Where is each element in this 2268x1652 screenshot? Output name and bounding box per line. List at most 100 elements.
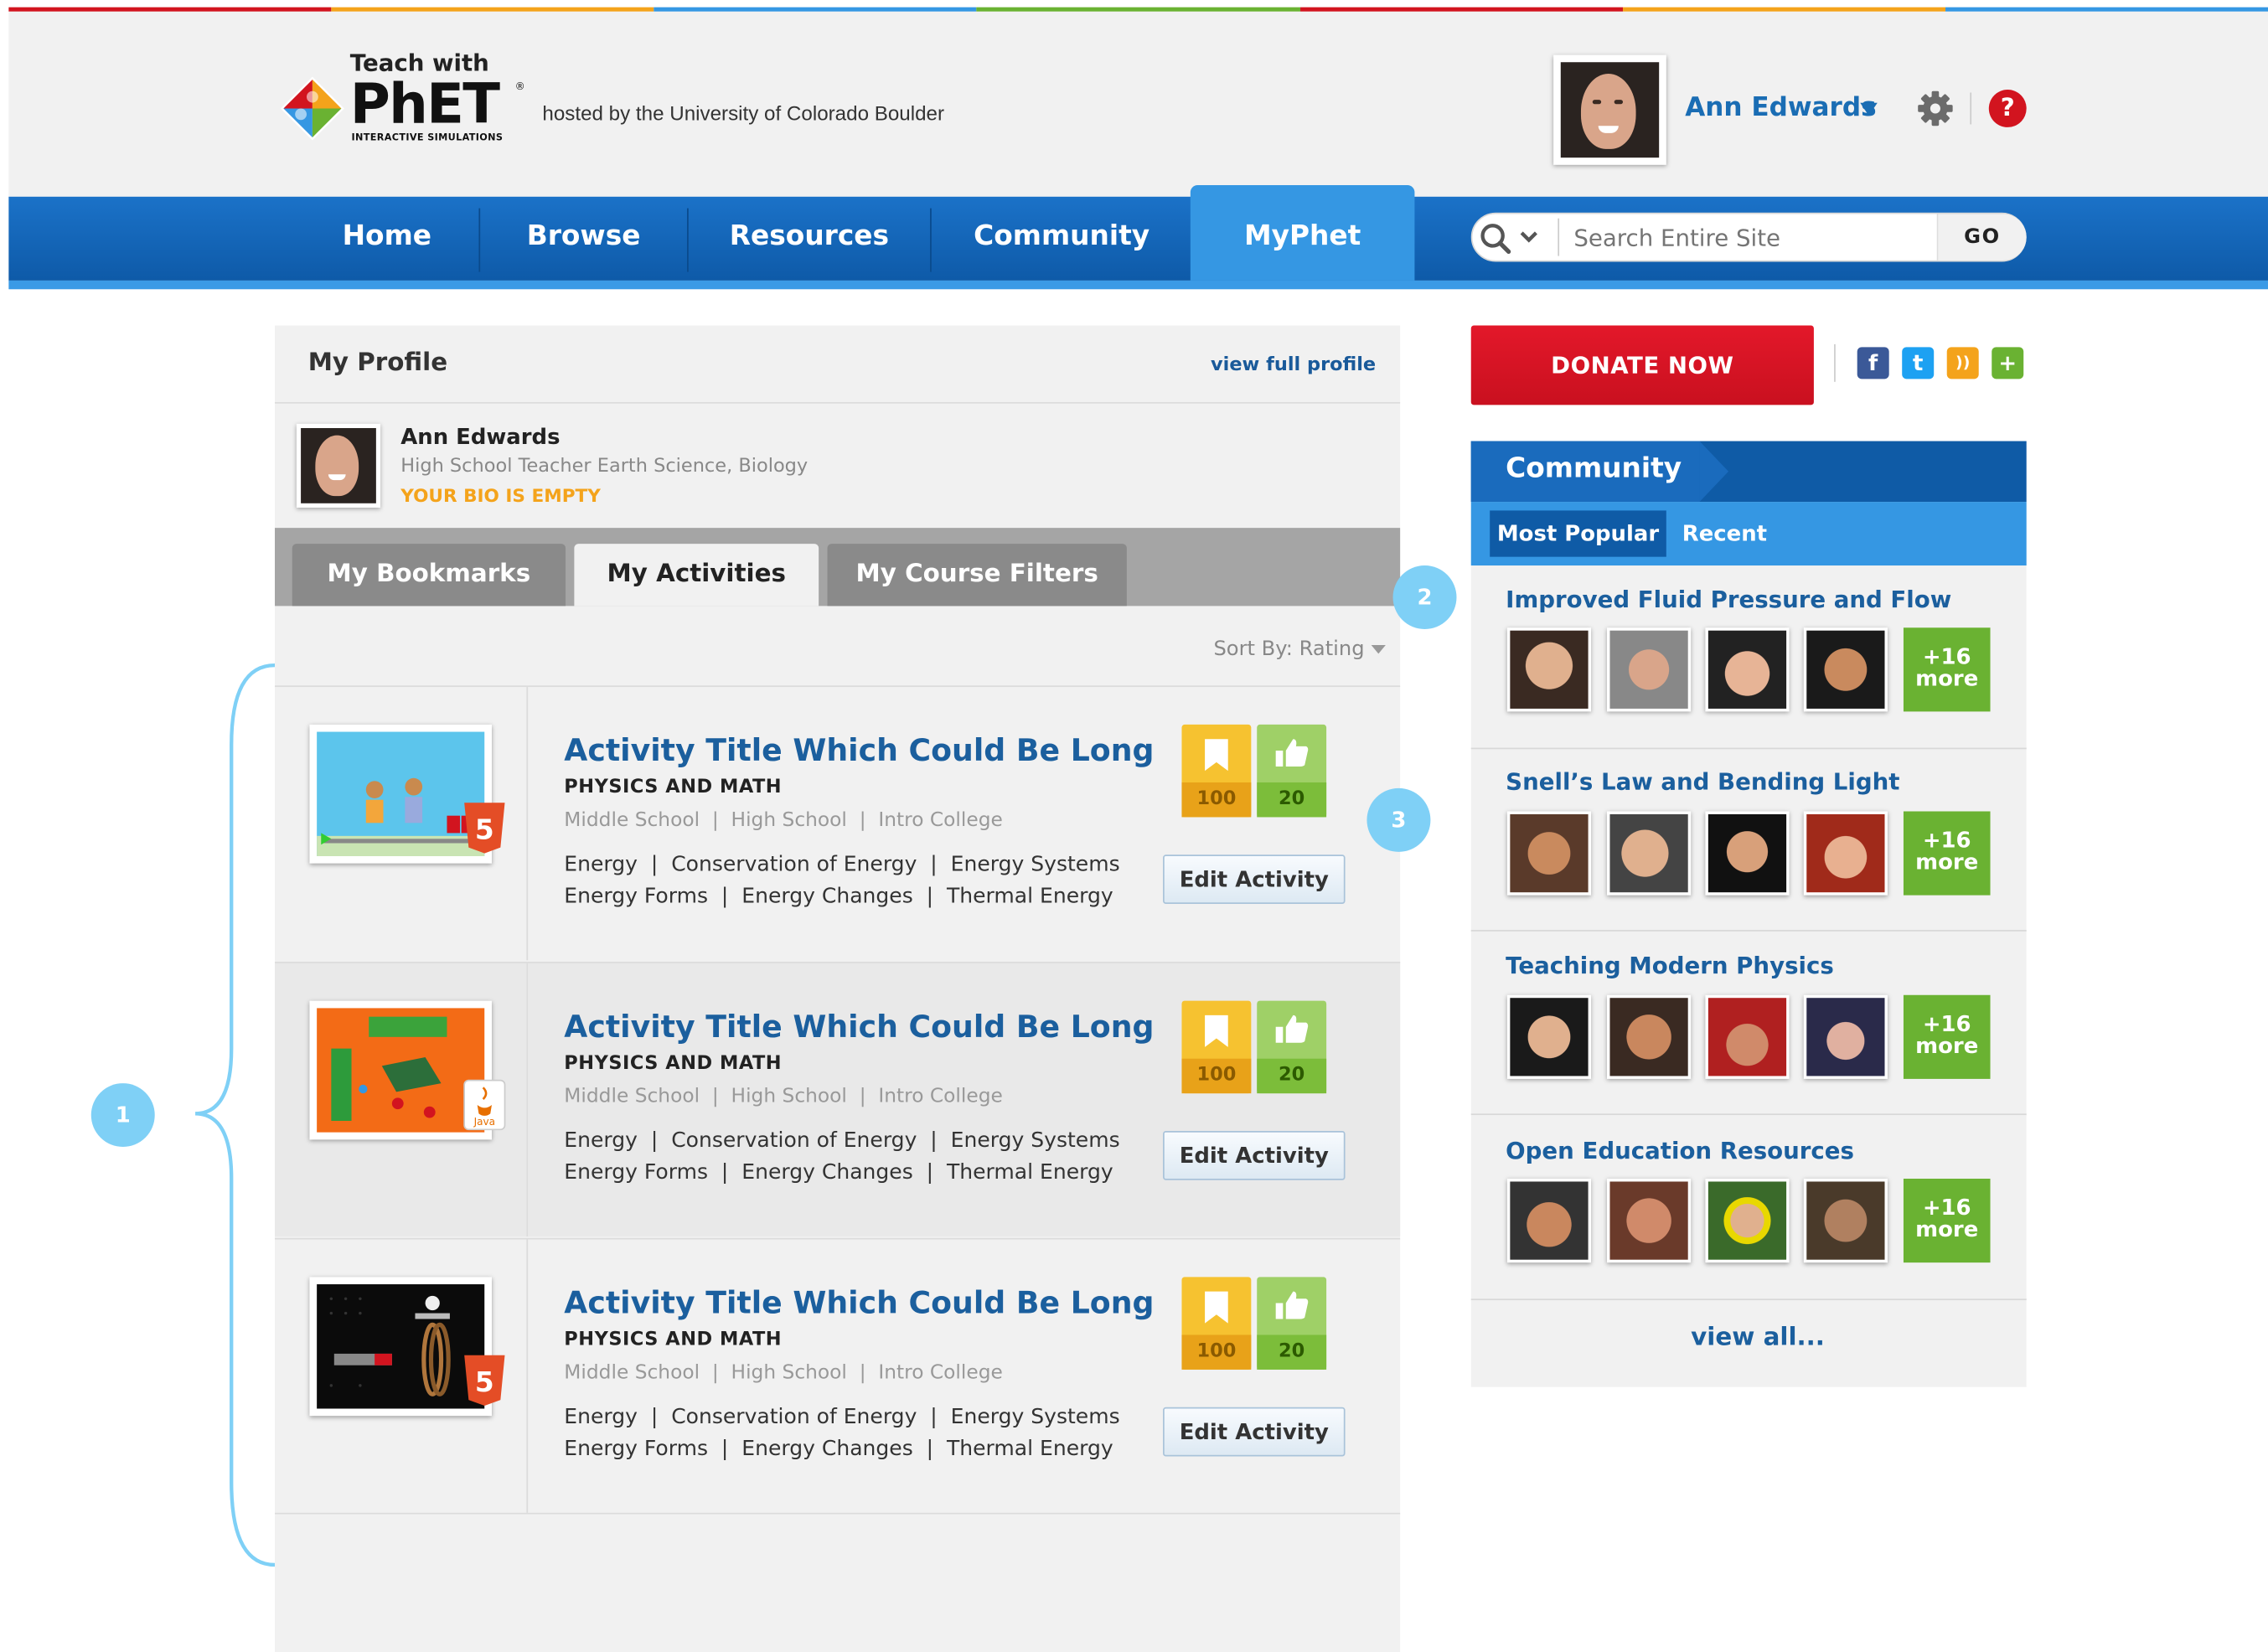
activity-tags-line: Energy Forms | Energy Changes | Thermal … — [564, 885, 1113, 909]
social-divider — [1834, 343, 1836, 382]
more-members-button[interactable]: +16 more — [1903, 994, 1991, 1079]
bookmark-icon — [1205, 739, 1228, 772]
donate-now-button[interactable]: DONATE NOW — [1470, 325, 1814, 405]
like-counter[interactable]: 20 — [1257, 1277, 1327, 1370]
nav-resources[interactable]: Resources — [689, 197, 930, 281]
sort-by-dropdown[interactable]: Sort By: Rating — [1213, 638, 1386, 661]
nav-home[interactable]: Home — [297, 197, 478, 281]
user-avatar[interactable] — [1553, 54, 1666, 165]
logo-subtitle: INTERACTIVE SIMULATIONS — [351, 132, 504, 143]
more-members-button[interactable]: +16 more — [1903, 1179, 1991, 1263]
view-all-link[interactable]: view all... — [1691, 1324, 1825, 1353]
community-group-title-link[interactable]: Snell’s Law and Bending Light — [1506, 768, 1899, 796]
annotation-marker-2: 2 — [1392, 565, 1457, 629]
rss-icon[interactable]: )) — [1946, 347, 1979, 379]
java-badge-icon: Java — [463, 1079, 506, 1131]
more-word: more — [1915, 1032, 1979, 1059]
activity-tags: Energy | Conservation of Energy | Energy… — [564, 1125, 1119, 1189]
tab-most-popular[interactable]: Most Popular — [1490, 510, 1666, 557]
more-members-button[interactable]: +16 more — [1903, 811, 1991, 896]
member-avatar[interactable] — [1803, 811, 1888, 896]
thumbs-up-icon — [1275, 1014, 1309, 1043]
tab-recent[interactable]: Recent — [1682, 510, 1767, 556]
profile-avatar[interactable] — [296, 423, 381, 508]
member-avatar[interactable] — [1705, 627, 1790, 712]
member-avatar[interactable] — [1803, 994, 1888, 1079]
tab-my-course-filters[interactable]: My Course Filters — [827, 544, 1127, 607]
activity-title-link[interactable]: Activity Title Which Could Be Long — [564, 733, 1154, 767]
divider — [1470, 930, 2027, 932]
like-count: 20 — [1257, 1058, 1327, 1094]
community-group-title-link[interactable]: Teaching Modern Physics — [1506, 952, 1834, 979]
edit-activity-button[interactable]: Edit Activity — [1163, 1407, 1346, 1457]
edit-activity-button[interactable]: Edit Activity — [1163, 854, 1346, 904]
member-avatar[interactable] — [1506, 994, 1592, 1079]
twitter-icon[interactable]: t — [1902, 347, 1935, 379]
bookmark-count: 100 — [1181, 1058, 1252, 1094]
search-scope-dropdown[interactable] — [1478, 221, 1544, 256]
activity-levels: Middle School | High School | Intro Coll… — [564, 1360, 1003, 1385]
member-avatar[interactable] — [1506, 1179, 1592, 1263]
header-divider — [1970, 92, 1972, 125]
search-go-button[interactable]: GO — [1936, 214, 2027, 261]
search-input[interactable] — [1573, 218, 1929, 256]
member-avatar[interactable] — [1705, 1179, 1790, 1263]
member-avatar[interactable] — [1705, 811, 1790, 896]
member-avatar[interactable] — [1506, 811, 1592, 896]
tab-my-activities[interactable]: My Activities — [574, 544, 819, 607]
bookmark-counter[interactable]: 100 — [1181, 1000, 1252, 1094]
activity-title-link[interactable]: Activity Title Which Could Be Long — [564, 1286, 1154, 1320]
bookmark-counter[interactable]: 100 — [1181, 724, 1252, 818]
view-full-profile-link[interactable]: view full profile — [1211, 354, 1376, 376]
activity-thumb-col: Java — [275, 963, 529, 1237]
facebook-icon[interactable]: f — [1857, 347, 1889, 379]
puzzle-icon[interactable]: + — [1992, 347, 2024, 379]
more-members-button[interactable]: +16 more — [1903, 627, 1991, 712]
member-avatar[interactable] — [1803, 627, 1888, 712]
activity-title-link[interactable]: Activity Title Which Could Be Long — [564, 1009, 1154, 1044]
more-word: more — [1915, 1216, 1979, 1242]
tab-my-bookmarks[interactable]: My Bookmarks — [292, 544, 566, 607]
member-avatar[interactable] — [1607, 811, 1692, 896]
like-counter[interactable]: 20 — [1257, 724, 1327, 818]
profile-panel-title: My Profile — [307, 348, 448, 378]
activity-row: 5 Activity Title Which Could Be Long PHY… — [275, 1237, 1401, 1513]
divider — [1470, 747, 2027, 750]
logo-wordmark[interactable]: PhET — [350, 75, 500, 133]
activity-levels: Middle School | High School | Intro Coll… — [564, 808, 1003, 832]
community-group-title-link[interactable]: Improved Fluid Pressure and Flow — [1506, 586, 1951, 613]
thumbs-up-icon — [1275, 1291, 1309, 1319]
activity-subject: PHYSICS AND MATH — [564, 1329, 783, 1351]
like-counter[interactable]: 20 — [1257, 1000, 1327, 1094]
member-avatar[interactable] — [1705, 994, 1790, 1079]
phet-logo-icon[interactable] — [279, 75, 345, 142]
nav-browse[interactable]: Browse — [480, 197, 687, 281]
member-avatar[interactable] — [1506, 627, 1592, 712]
activity-tags-line: Energy Forms | Energy Changes | Thermal … — [564, 1438, 1113, 1461]
member-avatar[interactable] — [1607, 994, 1692, 1079]
member-avatar[interactable] — [1607, 627, 1692, 712]
nav-community[interactable]: Community — [932, 197, 1192, 281]
bookmark-counter[interactable]: 100 — [1181, 1277, 1252, 1370]
bookmark-icon — [1205, 1014, 1228, 1047]
community-group-title-link[interactable]: Open Education Resources — [1506, 1137, 1854, 1164]
help-icon[interactable]: ? — [1988, 90, 2027, 127]
sort-by-label: Sort By: Rating — [1213, 638, 1365, 661]
caret-down-icon[interactable] — [1860, 102, 1878, 117]
divider — [1470, 1113, 2027, 1116]
divider — [275, 1512, 1401, 1515]
user-name-menu[interactable]: Ann Edwards — [1685, 92, 1876, 122]
gear-icon[interactable] — [1916, 90, 1954, 127]
like-count: 20 — [1257, 782, 1327, 818]
member-avatar[interactable] — [1607, 1179, 1692, 1263]
activity-tags: Energy | Conservation of Energy | Energy… — [564, 1402, 1119, 1465]
bio-empty-notice[interactable]: YOUR BIO IS EMPTY — [400, 484, 601, 506]
community-title: Community — [1506, 452, 1682, 485]
edit-activity-button[interactable]: Edit Activity — [1163, 1131, 1346, 1180]
nav-myphet[interactable]: MyPhet — [1191, 197, 1415, 281]
annotation-marker-1: 1 — [90, 1083, 155, 1148]
search-divider — [1558, 218, 1560, 256]
activity-row: Java Activity Title Which Could Be Long … — [275, 962, 1401, 1237]
member-avatar[interactable] — [1803, 1179, 1888, 1263]
sim-screenshot — [317, 1008, 485, 1133]
